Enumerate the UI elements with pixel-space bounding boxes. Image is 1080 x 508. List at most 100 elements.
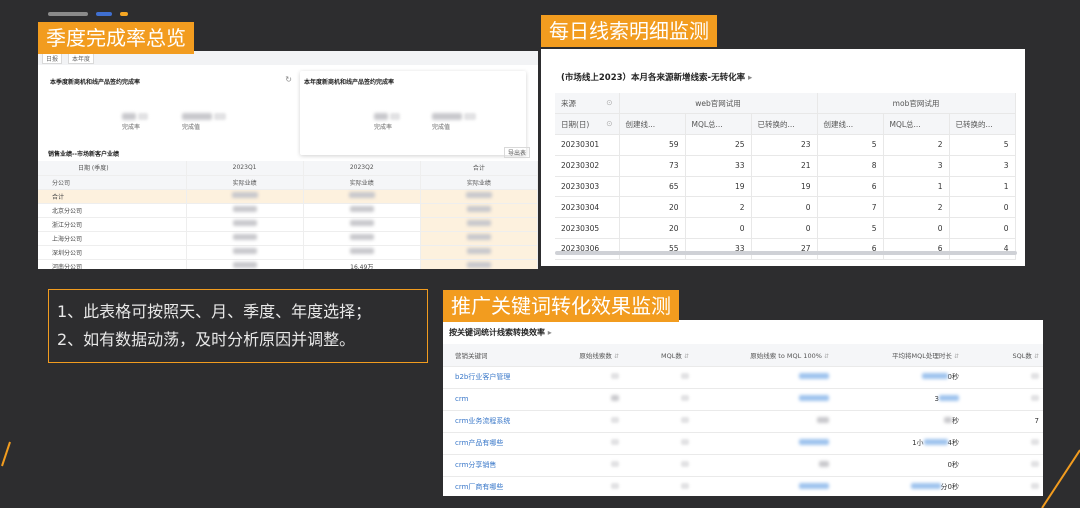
header-cell[interactable]: 已转换的... [751,113,818,136]
branch-name: 上海分公司 [38,231,187,246]
tab-daily[interactable]: 日报 [42,52,63,64]
header-label: 原始线索数 [579,351,612,360]
header-cell: 实际业绩 [303,175,421,190]
refresh-icon[interactable]: ↻ [285,75,292,84]
keyword-link[interactable]: crm [443,388,543,411]
header-cell: 日期(日) ⊙ [555,113,620,136]
quarter-card: 本季度新商机和线产品签约完成率 完成率 完成值 ↻ [46,71,296,155]
table-row: 河南分公司 16.49万 [38,259,538,269]
metric-rate: 完成率 [374,113,400,131]
header-cell[interactable]: 创建线... [817,113,884,136]
header-label: MQL数 [661,351,682,360]
table-cell [693,366,833,389]
keyword-link[interactable]: b2b行业客户管理 [443,366,543,389]
table-header: 日期 (季度) 2023Q1 2023Q2 合计 [38,161,538,176]
table-cell: 8 [817,155,884,177]
horizontal-scrollbar[interactable] [555,251,1017,255]
header-cell[interactable]: MQL总... [883,113,950,136]
table-cell [543,454,623,477]
table-cell: 3 [833,388,963,411]
date-cell: 20230302 [555,155,620,177]
header-cell: 2023Q1 [186,161,304,176]
table-cell [963,388,1043,411]
filter-icon[interactable]: ⊙ [606,98,612,107]
header-cell: 营销关键词 [443,344,543,367]
header-cell[interactable]: 创建线... [619,113,686,136]
table-cell [543,476,623,496]
table-cell: 0 [685,217,752,240]
section-label-daily: 每日线索明细监测 [541,15,717,47]
table-row: 上海分公司 [38,231,538,246]
table-cell: 1 [883,176,950,198]
sort-icon[interactable]: ⇵ [614,353,619,360]
source-label: 来源 [561,98,576,108]
table-cell [420,189,538,204]
table-cell [186,245,304,260]
table-cell: 7 [817,196,884,219]
table-row: 20230302 73 33 21 8 3 3 [555,155,1016,177]
table-row: 20230303 65 19 19 6 1 1 [555,176,1016,198]
section-label-keyword: 推广关键词转化效果监测 [443,290,679,322]
header-label: SQL数 [1012,351,1032,360]
table-row: 20230305 20 0 0 5 0 0 [555,217,1016,240]
sort-icon[interactable]: ⇵ [954,353,959,360]
sort-icon[interactable]: ⇵ [1034,353,1039,360]
table-cell [543,388,623,411]
table-cell: 23 [751,134,818,156]
table-cell: 7 [963,410,1043,433]
card-title: 本季度新商机和线产品签约完成率 [50,79,141,86]
sort-icon[interactable]: ⇵ [824,353,829,360]
indicator-dot [48,12,88,16]
table-cell [693,454,833,477]
date-cell: 20230304 [555,196,620,219]
table-header: 来源 ⊙ web官网试用 mob官网试用 [555,93,1016,115]
metric-rate: 完成率 [122,113,148,131]
table-cell [186,203,304,218]
quarterly-completion-panel: 日报 本年度 本季度新商机和线产品签约完成率 完成率 完成值 ↻ 本年度新商机和… [38,51,538,269]
tab-year[interactable]: 本年度 [68,52,95,64]
table-cell: 6 [883,238,950,260]
table-cell [420,259,538,269]
keyword-link[interactable]: crm厂商有哪些 [443,476,543,496]
header-cell: 2023Q2 [303,161,421,176]
note-box: 1、此表格可按照天、月、季度、年度选择； 2、如有数据动荡，及时分析原因并调整。 [48,289,428,363]
cell-text: 4秒 [947,439,959,447]
filter-icon[interactable]: ⊙ [606,119,612,128]
table-cell [186,231,304,246]
metric-label: 完成率 [122,124,141,131]
header-cell[interactable]: MQL总... [685,113,752,136]
header-cell[interactable]: MQL数 ⇵ [623,344,693,367]
chevron-right-icon[interactable]: ▸ [548,328,552,337]
export-button[interactable]: 导出表 [503,147,530,158]
table-cell: 1小 4秒 [833,432,963,455]
table-row: b2b行业客户管理 0秒 [443,366,1043,389]
table-cell [963,454,1043,477]
header-cell[interactable]: SQL数 ⇵ [963,344,1043,367]
metric-value: 完成值 [182,113,226,131]
table-cell: 3 [883,155,950,177]
keyword-link[interactable]: crm分享销售 [443,454,543,477]
table-header: 日期(日) ⊙ 创建线... MQL总... 已转换的... 创建线... MQ… [555,113,1016,136]
metric-label: 完成值 [182,124,201,131]
table-row: crm分享销售 0秒 [443,454,1043,477]
table-cell: 0 [949,196,1016,219]
table-cell [303,189,421,204]
header-cell[interactable]: 原始线索 to MQL 100% ⇵ [693,344,833,367]
note-line: 2、如有数据动荡，及时分析原因并调整。 [57,330,356,349]
table-row: crm厂商有哪些 分0秒 [443,476,1043,496]
header-cell[interactable]: 已转换的... [949,113,1016,136]
header-cell[interactable]: 平均将MQL处理时长 ⇵ [833,344,963,367]
table-cell [623,432,693,455]
keyword-table: 营销关键词 原始线索数 ⇵ MQL数 ⇵ 原始线索 to MQL 100% ⇵ … [443,344,1043,496]
table-cell: 0秒 [833,366,963,389]
table-cell: 73 [619,155,686,177]
table-cell: 0 [949,217,1016,240]
chevron-right-icon[interactable]: ▸ [748,73,752,83]
keyword-link[interactable]: crm业务流程系统 [443,410,543,433]
table-row: 20230301 59 25 23 5 2 5 [555,134,1016,156]
header-cell[interactable]: 原始线索数 ⇵ [543,344,623,367]
sort-icon[interactable]: ⇵ [684,353,689,360]
keyword-link[interactable]: crm产品有哪些 [443,432,543,455]
table-cell: 65 [619,176,686,198]
metric-value: 完成值 [432,113,476,131]
